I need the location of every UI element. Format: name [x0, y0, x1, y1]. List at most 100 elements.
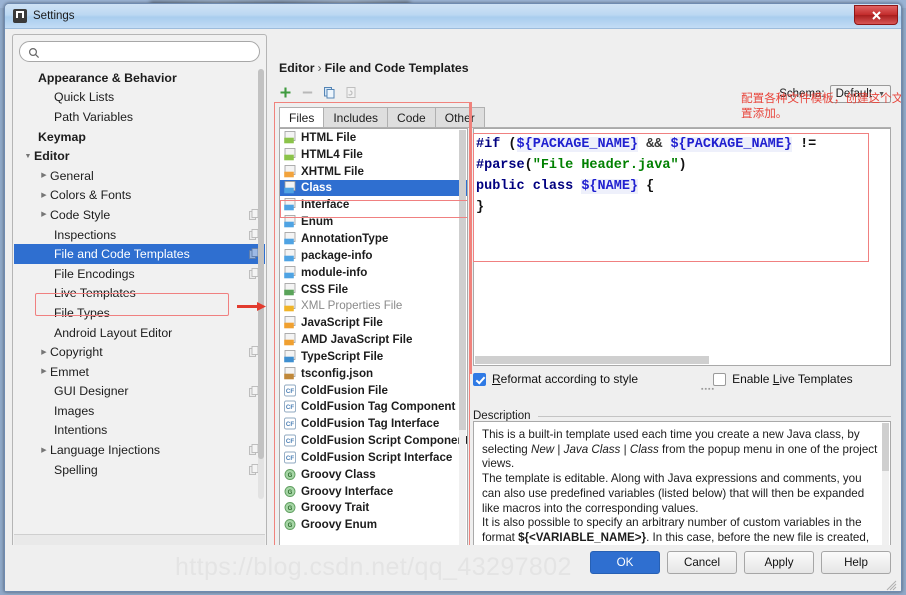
- copy-template-icon[interactable]: [323, 86, 336, 99]
- code-token: "File Header.java": [532, 158, 679, 173]
- file-template-row[interactable]: CF ColdFusion File: [280, 382, 467, 399]
- chevron-right-icon[interactable]: ▶: [38, 447, 50, 454]
- file-template-row[interactable]: TypeScript File: [280, 348, 467, 365]
- sidebar-item-gui-designer[interactable]: GUI Designer: [14, 382, 265, 402]
- sidebar-item-intentions[interactable]: Intentions: [14, 421, 265, 441]
- file-template-label: HTML4 File: [301, 147, 363, 161]
- template-code[interactable]: #if (${PACKAGE_NAME} && ${PACKAGE_NAME} …: [474, 129, 890, 218]
- template-tabs: Files Includes Code Other: [279, 106, 485, 128]
- sidebar-item-path-variables[interactable]: Path Variables: [14, 107, 265, 127]
- code-token: }: [476, 200, 485, 215]
- file-template-row[interactable]: XHTML File: [280, 163, 467, 180]
- svg-text:G: G: [288, 506, 293, 512]
- template-file-list[interactable]: HTML File HTML4 File XHTML File Class Interf…: [279, 128, 468, 568]
- file-template-row[interactable]: G Groovy Class: [280, 466, 467, 483]
- sidebar-item-appearance-behavior[interactable]: Appearance & Behavior: [14, 68, 265, 88]
- file-template-row[interactable]: tsconfig.json: [280, 365, 467, 382]
- file-template-row[interactable]: Interface: [280, 196, 467, 213]
- tab-files[interactable]: Files: [279, 107, 325, 128]
- file-template-label: JavaScript File: [301, 316, 383, 330]
- chevron-right-icon[interactable]: ▶: [38, 172, 50, 179]
- file-template-row[interactable]: CF ColdFusion Script Interface: [280, 449, 467, 466]
- html-file-icon: [284, 131, 297, 144]
- splitter-grip[interactable]: ▪▪▪▪: [701, 386, 715, 393]
- file-template-label: XML Properties File: [301, 299, 403, 313]
- file-template-row[interactable]: HTML4 File: [280, 146, 467, 163]
- cancel-button[interactable]: Cancel: [667, 551, 737, 574]
- sidebar-item-general[interactable]: ▶ General: [14, 166, 265, 186]
- file-template-label: ColdFusion Script Interface: [301, 450, 453, 464]
- file-template-label: HTML File: [301, 130, 357, 144]
- reset-template-icon[interactable]: [345, 86, 358, 99]
- file-template-row[interactable]: CF ColdFusion Script Component: [280, 432, 467, 449]
- file-template-row[interactable]: HTML File: [280, 129, 467, 146]
- sidebar-item-emmet[interactable]: ▶ Emmet: [14, 362, 265, 382]
- sidebar-item-file-encodings[interactable]: File Encodings: [14, 264, 265, 284]
- sidebar-item-file-types[interactable]: File Types: [14, 303, 265, 323]
- sidebar-item-keymap[interactable]: Keymap: [14, 127, 265, 147]
- sidebar-item-editor[interactable]: ▼ Editor: [14, 146, 265, 166]
- file-template-row[interactable]: JavaScript File: [280, 314, 467, 331]
- description-span: Java Class: [563, 442, 621, 456]
- sidebar-item-code-style[interactable]: ▶ Code Style: [14, 205, 265, 225]
- file-template-row[interactable]: Class: [280, 179, 467, 197]
- tab-includes[interactable]: Includes: [324, 107, 389, 128]
- editor-horizontal-scrollbar[interactable]: [475, 356, 709, 364]
- chevron-right-icon[interactable]: ▶: [38, 192, 50, 199]
- file-template-row[interactable]: G Groovy Enum: [280, 516, 467, 533]
- search-box[interactable]: [19, 41, 260, 62]
- code-token: (: [524, 158, 533, 173]
- resize-grip-icon[interactable]: [885, 578, 897, 591]
- file-template-row[interactable]: AMD JavaScript File: [280, 331, 467, 348]
- reformat-checkbox[interactable]: [473, 372, 486, 386]
- file-template-row[interactable]: G Groovy Trait: [280, 500, 467, 517]
- file-template-row[interactable]: CF ColdFusion Tag Component: [280, 399, 467, 416]
- file-template-row[interactable]: CF ColdFusion Tag Interface: [280, 415, 467, 432]
- tab-code[interactable]: Code: [388, 107, 436, 128]
- file-template-row[interactable]: module-info: [280, 264, 467, 281]
- description-text: This is a built-in template used each ti…: [474, 422, 890, 560]
- sidebar-item-label: Colors & Fonts: [50, 188, 132, 203]
- chevron-right-icon[interactable]: ▶: [38, 211, 50, 218]
- file-template-row[interactable]: AnnotationType: [280, 230, 467, 247]
- sidebar-item-language-injections[interactable]: ▶ Language Injections: [14, 440, 265, 460]
- add-template-icon[interactable]: [279, 86, 292, 99]
- sidebar-item-live-templates[interactable]: Live Templates: [14, 284, 265, 304]
- sidebar-item-spelling[interactable]: Spelling: [14, 460, 265, 480]
- code-token: public class: [476, 179, 582, 194]
- title-bar: Settings: [5, 4, 901, 29]
- live-templates-label-pre: Enable: [732, 372, 773, 386]
- template-editor[interactable]: #if (${PACKAGE_NAME} && ${PACKAGE_NAME} …: [473, 128, 891, 366]
- sidebar-item-copyright[interactable]: ▶ Copyright: [14, 342, 265, 362]
- sidebar-item-quick-lists[interactable]: Quick Lists: [14, 88, 265, 108]
- tab-other[interactable]: Other: [435, 107, 485, 128]
- file-template-row[interactable]: G Groovy Interface: [280, 483, 467, 500]
- apply-button[interactable]: Apply: [744, 551, 814, 574]
- sidebar-item-label: Quick Lists: [54, 90, 115, 105]
- settings-tree: Appearance & Behavior Quick Lists Path Var…: [14, 68, 265, 535]
- file-template-row[interactable]: package-info: [280, 247, 467, 264]
- chevron-right-icon[interactable]: ▶: [38, 349, 50, 356]
- editor-options-row: Reformat according to style Enable Live …: [473, 372, 853, 386]
- sidebar-item-file-and-code-templates[interactable]: File and Code Templates: [14, 244, 265, 264]
- file-template-row[interactable]: Enum: [280, 213, 467, 230]
- svg-text:G: G: [288, 523, 293, 529]
- sidebar-item-android-layout-editor[interactable]: Android Layout Editor: [14, 323, 265, 343]
- live-templates-checkbox[interactable]: [713, 372, 727, 386]
- sidebar-item-images[interactable]: Images: [14, 401, 265, 421]
- chevron-down-icon[interactable]: ▼: [22, 153, 34, 160]
- sidebar-item-colors-fonts[interactable]: ▶ Colors & Fonts: [14, 186, 265, 206]
- search-input[interactable]: [44, 44, 251, 59]
- remove-template-icon[interactable]: [301, 86, 314, 99]
- close-icon[interactable]: [854, 5, 898, 25]
- file-list-scrollbar[interactable]: [459, 130, 466, 566]
- breadcrumb-root[interactable]: Editor: [279, 61, 315, 75]
- sidebar-item-inspections[interactable]: Inspections: [14, 225, 265, 245]
- help-button[interactable]: Help: [821, 551, 891, 574]
- file-template-row[interactable]: XML Properties File: [280, 297, 467, 314]
- ok-button[interactable]: OK: [590, 551, 660, 574]
- file-template-label: ColdFusion Tag Component: [301, 400, 456, 414]
- chevron-right-icon[interactable]: ▶: [38, 368, 50, 375]
- sidebar-scrollbar[interactable]: [258, 69, 264, 499]
- file-template-row[interactable]: CSS File: [280, 281, 467, 298]
